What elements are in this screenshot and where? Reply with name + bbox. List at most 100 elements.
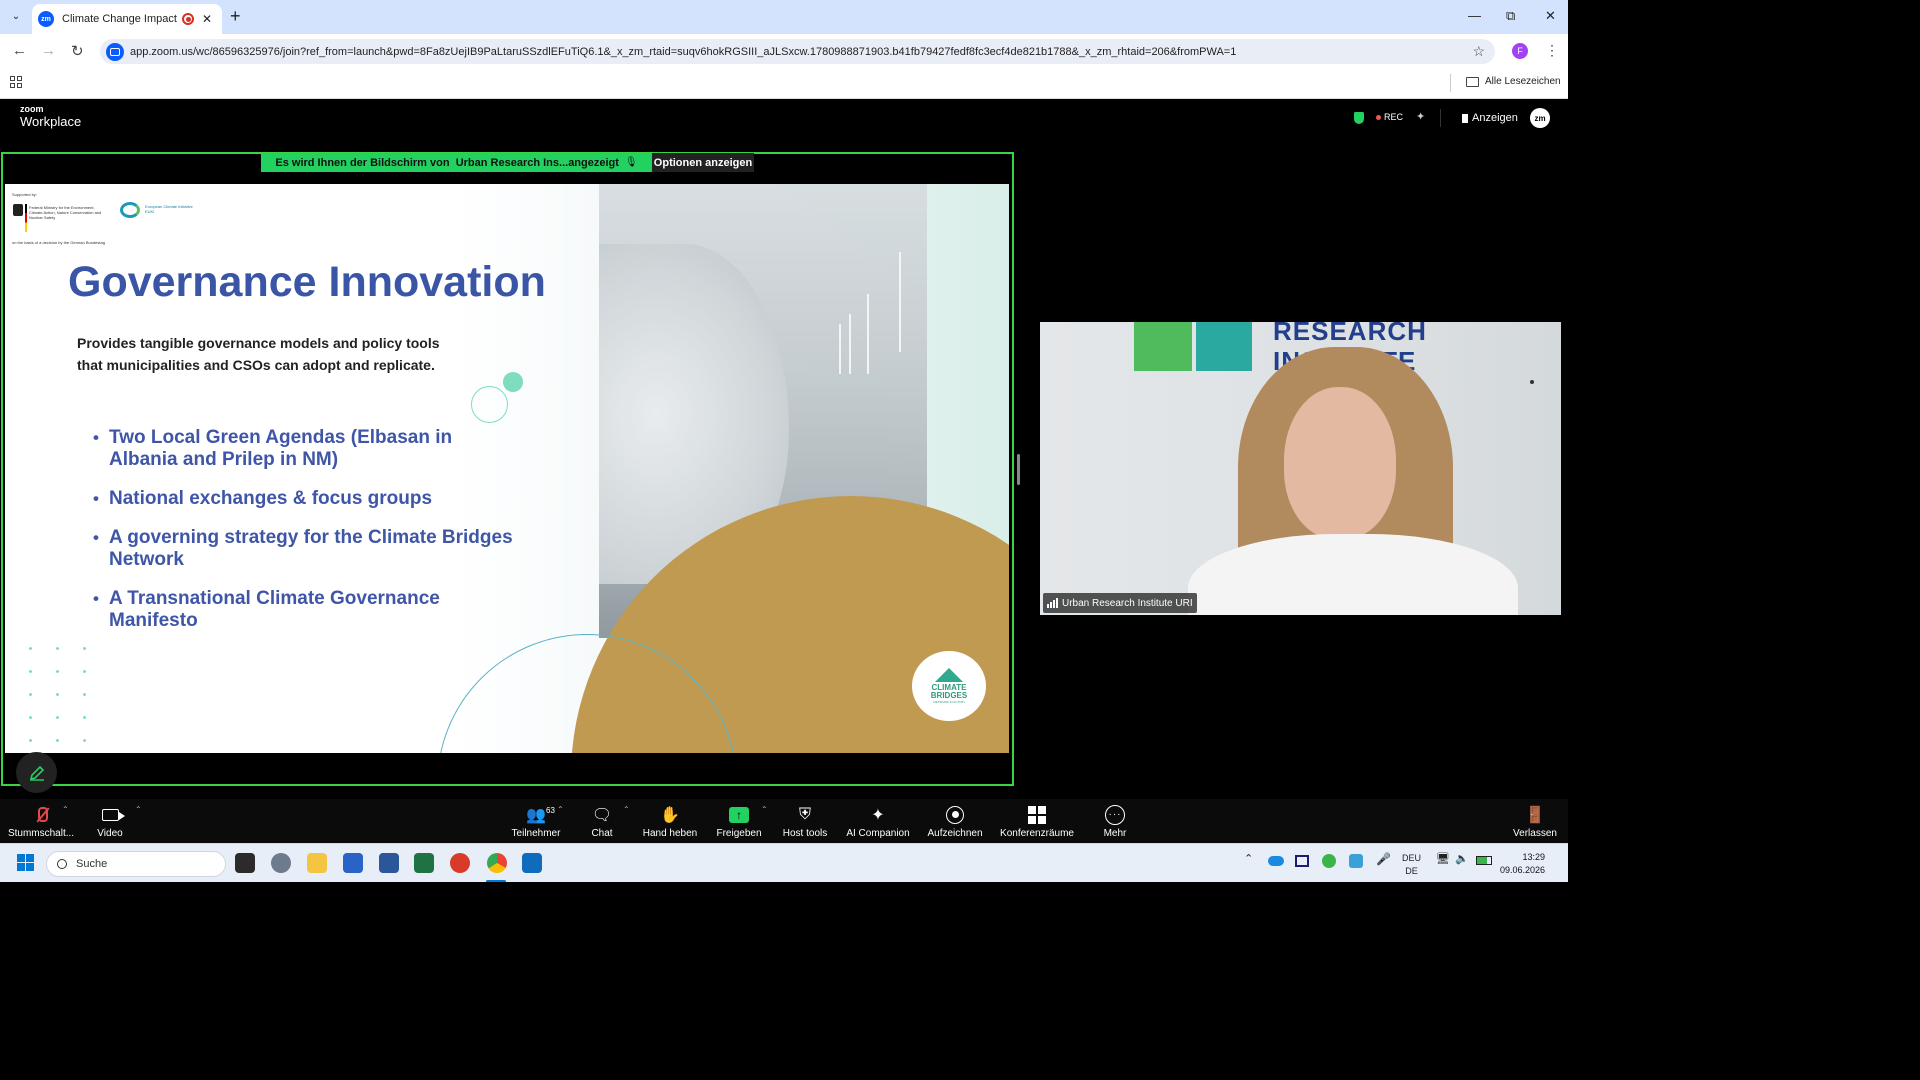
view-options-button[interactable]: Optionen anzeigen bbox=[652, 153, 754, 172]
view-button[interactable]: Anzeigen bbox=[1462, 112, 1518, 124]
profile-avatar[interactable]: F bbox=[1512, 43, 1528, 59]
chrome-icon[interactable] bbox=[487, 853, 507, 873]
participants-chevron-icon[interactable]: ⌃ bbox=[557, 805, 564, 814]
acrobat-icon[interactable] bbox=[450, 853, 470, 873]
microphone-tray-icon[interactable]: 🎤 bbox=[1376, 852, 1391, 866]
leave-button[interactable]: 🚪 Verlassen bbox=[1512, 799, 1558, 843]
ai-companion-button[interactable]: ✦ AI Companion bbox=[842, 799, 914, 843]
rec-label: REC bbox=[1384, 112, 1404, 122]
word-icon[interactable] bbox=[379, 853, 399, 873]
window-close-icon[interactable]: ✕ bbox=[1545, 8, 1556, 24]
volume-icon[interactable]: 🔈 bbox=[1455, 852, 1469, 865]
participant-face bbox=[1284, 387, 1396, 539]
more-button[interactable]: ··· Mehr bbox=[1098, 799, 1132, 843]
record-button[interactable]: Aufzeichnen bbox=[924, 799, 986, 843]
share-chevron-icon[interactable]: ⌃ bbox=[761, 805, 768, 814]
store-icon[interactable] bbox=[343, 853, 363, 873]
participant-video-tile[interactable]: RESEARCH INSTITUTE bbox=[1040, 322, 1561, 615]
participant-name: Urban Research Institute URI bbox=[1062, 597, 1193, 609]
address-bar[interactable]: app.zoom.us/wc/86596325976/join?ref_from… bbox=[100, 39, 1495, 64]
slide-bullet: A Transnational Climate Governance Manif… bbox=[93, 588, 513, 632]
wind-turbine bbox=[849, 314, 851, 374]
windows-start-icon[interactable] bbox=[17, 854, 34, 871]
bundestag-note: on the basis of a decision by the German… bbox=[12, 240, 105, 245]
bookmark-star-icon[interactable]: ☆ bbox=[1472, 43, 1485, 60]
all-bookmarks-link[interactable]: Alle Lesezeichen bbox=[1485, 76, 1561, 87]
back-icon[interactable]: ← bbox=[12, 42, 27, 59]
audio-options-chevron-icon[interactable]: ⌃ bbox=[62, 805, 69, 814]
security-shield-icon[interactable] bbox=[1354, 112, 1364, 124]
mountain-icon bbox=[935, 668, 963, 682]
folder-icon bbox=[1466, 77, 1479, 87]
zoom-account-avatar[interactable]: zm bbox=[1530, 108, 1550, 128]
ai-sparkle-icon[interactable]: ✦ bbox=[1416, 110, 1425, 123]
slide-title: Governance Innovation bbox=[68, 258, 546, 306]
language-code: DEU bbox=[1402, 853, 1422, 863]
mic-muted-icon bbox=[34, 806, 48, 824]
slide-subtitle: Provides tangible governance models and … bbox=[77, 335, 440, 373]
euki-logo bbox=[120, 202, 140, 218]
minimize-icon[interactable]: — bbox=[1468, 8, 1481, 23]
tab-close-icon[interactable]: ✕ bbox=[202, 12, 212, 26]
raise-hand-button[interactable]: ✋ Hand heben bbox=[640, 799, 700, 843]
site-info-icon[interactable] bbox=[106, 42, 124, 61]
mute-label: Stummschalt... bbox=[7, 827, 75, 839]
german-flag-stripe bbox=[25, 204, 27, 232]
active-app-indicator bbox=[486, 880, 506, 882]
slide-bullet-list: Two Local Green Agendas (Elbasan in Alba… bbox=[93, 427, 513, 649]
network-icon[interactable]: 🖥 bbox=[1436, 852, 1450, 865]
browser-tab-bar: ⌄ zm Climate Change Impact Mit ✕ + — ⧉ ✕ bbox=[0, 0, 1568, 34]
task-view-icon[interactable] bbox=[235, 853, 255, 873]
slide-bullet: A governing strategy for the Climate Bri… bbox=[93, 527, 513, 571]
clock-date: 09.06.2026 bbox=[1500, 865, 1546, 875]
outlook-icon[interactable] bbox=[522, 853, 542, 873]
tab-title: Climate Change Impact Mit bbox=[62, 13, 178, 25]
signal-strength-icon bbox=[1047, 598, 1058, 608]
tray-app-icon[interactable] bbox=[1295, 855, 1309, 867]
video-button[interactable]: Video bbox=[90, 799, 130, 843]
apps-grid-icon[interactable] bbox=[10, 76, 22, 88]
search-placeholder: Suche bbox=[76, 858, 108, 870]
chat-chevron-icon[interactable]: ⌃ bbox=[623, 805, 630, 814]
tray-security-icon[interactable] bbox=[1349, 854, 1363, 868]
forward-icon[interactable]: → bbox=[41, 42, 56, 59]
taskbar-clock[interactable]: 13:29 09.06.2026 bbox=[1500, 851, 1545, 877]
battery-icon[interactable] bbox=[1476, 856, 1492, 865]
mint-ring-shape bbox=[471, 386, 508, 423]
browser-menu-icon[interactable]: ⋮ bbox=[1545, 42, 1559, 59]
camera-icon bbox=[101, 808, 125, 821]
video-options-chevron-icon[interactable]: ⌃ bbox=[135, 805, 142, 814]
new-tab-icon[interactable]: + bbox=[230, 6, 241, 27]
excel-icon[interactable] bbox=[414, 853, 434, 873]
host-tools-button[interactable]: ⛨ Host tools bbox=[778, 799, 832, 843]
dot-grid-decoration bbox=[17, 637, 107, 749]
shield-icon: ⛨ bbox=[798, 805, 811, 823]
taskbar-search[interactable]: Suche bbox=[46, 851, 226, 877]
participants-label: Teilnehmer bbox=[511, 827, 561, 839]
tray-green-icon[interactable] bbox=[1322, 854, 1336, 868]
panel-resize-handle[interactable] bbox=[1017, 454, 1020, 485]
file-explorer-icon[interactable] bbox=[307, 853, 327, 873]
climate-bridges-logo: CLIMATE BRIDGES NETWORK IN ACTION bbox=[912, 651, 986, 721]
recording-indicator-icon bbox=[182, 13, 194, 25]
recording-badge[interactable]: REC bbox=[1376, 112, 1403, 122]
settings-gear-icon[interactable] bbox=[271, 853, 291, 873]
ai-sparkle-icon: ✦ bbox=[871, 806, 885, 824]
breakout-rooms-button[interactable]: Konferenzräume bbox=[998, 799, 1076, 843]
pencil-icon bbox=[29, 765, 44, 781]
logo-line-3: NETWORK IN ACTION bbox=[933, 700, 965, 704]
onedrive-icon[interactable] bbox=[1268, 856, 1284, 866]
tray-overflow-chevron-icon[interactable]: ⌃ bbox=[1244, 852, 1253, 865]
reload-icon[interactable]: ↻ bbox=[71, 42, 84, 60]
share-screen-button[interactable]: ↑ Freigeben bbox=[712, 799, 766, 843]
windows-taskbar: Suche ⌃ 🎤 DEU DE 🖥 🔈 13:29 09.06.2026 bbox=[0, 843, 1568, 882]
chat-button[interactable]: 🗨 Chat bbox=[584, 799, 620, 843]
annotate-pencil-button[interactable] bbox=[16, 752, 57, 793]
restore-icon[interactable]: ⧉ bbox=[1506, 8, 1515, 24]
camera-dot bbox=[1530, 380, 1534, 384]
tab-search-dropdown-icon[interactable]: ⌄ bbox=[6, 6, 26, 26]
screen-share-banner: Es wird Ihnen der Bildschirm von Urban R… bbox=[261, 153, 652, 172]
input-language[interactable]: DEU DE bbox=[1402, 852, 1421, 878]
browser-tab-zoom[interactable]: zm Climate Change Impact Mit ✕ bbox=[32, 4, 222, 34]
zoom-logo-workplace: Workplace bbox=[20, 114, 82, 129]
